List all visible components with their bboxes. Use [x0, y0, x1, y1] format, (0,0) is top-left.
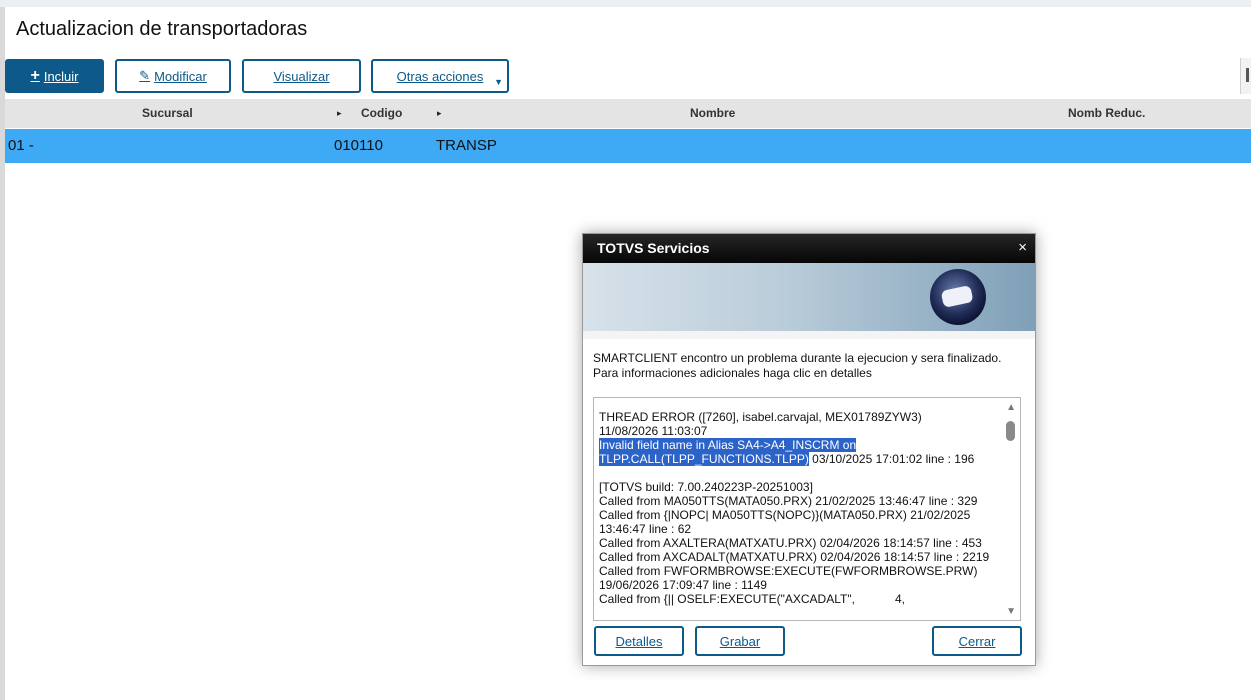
top-bar [0, 0, 1251, 7]
totvs-logo-icon [930, 269, 986, 325]
column-header-nomb-reduc[interactable]: Nomb Reduc. [1068, 106, 1145, 120]
error-line: 03/10/2025 17:01:02 line : 196 [808, 452, 975, 466]
selected-text: Invalid field name in Alias SA4->A4_INSC… [599, 438, 857, 452]
column-header-nombre[interactable]: Nombre [690, 106, 735, 120]
error-details-box[interactable]: THREAD ERROR ([7260], isabel.carvajal, M… [593, 397, 1021, 621]
page-title: Actualizacion de transportadoras [16, 18, 308, 40]
plus-icon: + [30, 67, 40, 84]
column-header-sucursal[interactable]: Sucursal [142, 106, 193, 120]
visualizar-button[interactable]: Visualizar [242, 59, 361, 93]
dialog-title: TOTVS Servicios [597, 240, 710, 256]
dialog-titlebar[interactable]: TOTVS Servicios × [583, 234, 1035, 263]
chevron-down-icon: ▼ [494, 77, 503, 87]
error-stack: [TOTVS build: 7.00.240223P-20251003] Cal… [599, 480, 990, 606]
sort-arrow-icon[interactable]: ▸ [437, 108, 442, 119]
right-panel-handle[interactable] [1240, 58, 1251, 94]
column-header-codigo[interactable]: Codigo [361, 106, 402, 120]
error-details-text[interactable]: THREAD ERROR ([7260], isabel.carvajal, M… [599, 410, 1001, 606]
modificar-button[interactable]: ✎ Modificar [115, 59, 231, 93]
cell-sucursal: 01 - [8, 137, 34, 154]
grid-header: Sucursal ▸ Codigo ▸ Nombre Nomb Reduc. [5, 99, 1251, 128]
scroll-down-icon[interactable]: ▼ [1006, 606, 1016, 617]
selected-text: TLPP.CALL(TLPP_FUNCTIONS.TLPP) [599, 452, 809, 466]
detalles-button[interactable]: Detalles [594, 626, 684, 656]
scrollbar-thumb[interactable] [1006, 421, 1015, 441]
cell-nombre: TRANSP [436, 137, 497, 154]
error-dialog: TOTVS Servicios × SMARTCLIENT encontro u… [582, 233, 1036, 666]
cerrar-button[interactable]: Cerrar [932, 626, 1022, 656]
message-line: Para informaciones adicionales haga clic… [593, 366, 872, 380]
handle-icon [1246, 68, 1249, 82]
error-line: THREAD ERROR ([7260], isabel.carvajal, M… [599, 410, 922, 424]
otras-acciones-button[interactable]: Otras acciones ▼ [371, 59, 509, 93]
scroll-up-icon[interactable]: ▲ [1006, 402, 1016, 413]
modificar-label: Modificar [154, 68, 207, 84]
message-line: SMARTCLIENT encontro un problema durante… [593, 351, 1002, 365]
dialog-message: SMARTCLIENT encontro un problema durante… [593, 351, 1023, 381]
close-icon[interactable]: × [1018, 239, 1027, 256]
table-row[interactable]: 01 - 010110 TRANSP [5, 129, 1251, 163]
incluir-label: Incluir [43, 68, 79, 84]
visualizar-label: Visualizar [273, 68, 330, 84]
grabar-button[interactable]: Grabar [695, 626, 785, 656]
sort-arrow-icon[interactable]: ▸ [337, 108, 342, 119]
otras-acciones-label: Otras acciones [396, 68, 484, 84]
pencil-icon: ✎ [139, 68, 151, 83]
dialog-banner [583, 263, 1035, 331]
error-line: 11/08/2026 11:03:07 [599, 424, 708, 438]
cell-codigo: 010110 [334, 137, 383, 154]
incluir-button[interactable]: + Incluir [5, 59, 104, 93]
